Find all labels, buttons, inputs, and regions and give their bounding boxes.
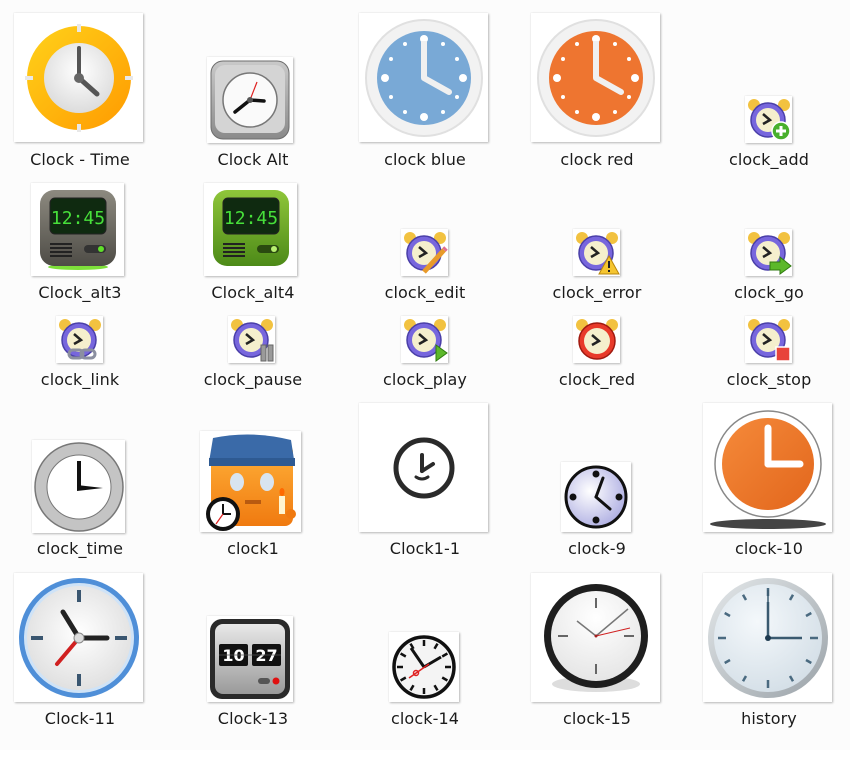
- file-item-clock-9[interactable]: [561, 462, 631, 532]
- file-label[interactable]: clock red: [511, 150, 683, 169]
- file-label[interactable]: clock-10: [683, 539, 850, 558]
- file-item-clock-15[interactable]: [531, 573, 660, 702]
- alarm-clock-pause-icon: [230, 318, 273, 361]
- file-item-clock-alt4[interactable]: 12:45: [204, 183, 297, 276]
- file-item-clock-time[interactable]: [14, 13, 143, 142]
- blue-clock-icon: [364, 18, 483, 137]
- file-item-clock-time-ring[interactable]: [32, 440, 125, 533]
- file-label[interactable]: clock_pause: [167, 370, 339, 389]
- file-item-clock-red[interactable]: [531, 13, 660, 142]
- file-item-clock-13[interactable]: 10 27: [207, 616, 293, 702]
- file-label[interactable]: clock_stop: [683, 370, 850, 389]
- file-label[interactable]: history: [683, 709, 850, 728]
- alarm-clock-play-icon: [403, 318, 448, 362]
- file-item-clock-10[interactable]: [703, 403, 832, 532]
- blue-rim-clock-icon: [18, 577, 139, 698]
- svg-text:12:45: 12:45: [223, 208, 277, 229]
- file-item-clock-play[interactable]: [401, 316, 448, 363]
- svg-text:12:45: 12:45: [50, 208, 104, 229]
- file-item-clock-alt[interactable]: [207, 57, 293, 143]
- file-label[interactable]: clock_add: [683, 150, 850, 169]
- orange-clock-icon: [536, 18, 655, 137]
- file-item-clock-link[interactable]: [56, 316, 103, 363]
- file-item-clock-stop[interactable]: [745, 316, 792, 363]
- file-label[interactable]: clock blue: [339, 150, 511, 169]
- orange-ring-clock-icon: [24, 23, 133, 132]
- file-item-clock-blue[interactable]: [359, 13, 488, 142]
- file-label[interactable]: clock_red: [511, 370, 683, 389]
- file-item-clock1[interactable]: [200, 431, 301, 532]
- file-label[interactable]: Clock1-1: [339, 539, 511, 558]
- file-label[interactable]: clock-14: [339, 709, 511, 728]
- black-rim-clock-icon: [543, 583, 648, 692]
- file-item-clock-red-alarm[interactable]: [573, 316, 620, 363]
- file-label[interactable]: clock_link: [0, 370, 166, 389]
- file-label[interactable]: clock_error: [511, 283, 683, 302]
- alarm-clock-add-icon: [747, 98, 791, 141]
- file-label[interactable]: Clock - Time: [0, 150, 166, 169]
- file-label[interactable]: Clock-13: [167, 709, 339, 728]
- file-label[interactable]: Clock_alt3: [0, 283, 166, 302]
- file-label[interactable]: clock_go: [683, 283, 850, 302]
- sleepy-character-clock-icon: [205, 433, 296, 531]
- flip-clock-icon: 10 27: [210, 619, 290, 699]
- alarm-clock-stop-icon: [747, 318, 791, 362]
- station-clock-icon: [392, 635, 456, 699]
- file-item-clock-go[interactable]: [745, 229, 792, 276]
- digital-clock-gray-icon: 12:45: [39, 189, 116, 270]
- silver-ring-clock-icon: [33, 441, 124, 532]
- file-item-clock-add[interactable]: [745, 96, 792, 143]
- file-item-clock-14[interactable]: [389, 632, 459, 702]
- file-label[interactable]: Clock_alt4: [167, 283, 339, 302]
- alarm-clock-go-icon: [747, 231, 792, 275]
- file-label[interactable]: clock-9: [511, 539, 683, 558]
- icon-view-pane: Clock - Time Clock Alt clock blue clock …: [0, 0, 850, 750]
- alarm-clock-link-icon: [58, 318, 101, 359]
- file-item-clock-alt3[interactable]: 12:45: [31, 183, 124, 276]
- file-item-clock-edit[interactable]: [401, 229, 448, 276]
- digital-clock-green-icon: 12:45: [212, 189, 289, 266]
- file-label[interactable]: Clock Alt: [167, 150, 339, 169]
- file-label[interactable]: Clock-11: [0, 709, 166, 728]
- svg-text:10: 10: [222, 646, 244, 665]
- orange-flat-clock-icon: [709, 409, 826, 529]
- file-label[interactable]: clock_play: [339, 370, 511, 389]
- outline-clock-icon: [393, 437, 454, 498]
- gray-square-clock-icon: [210, 60, 290, 140]
- alarm-clock-red-icon: [575, 318, 618, 360]
- file-label[interactable]: clock_edit: [339, 283, 511, 302]
- silver-history-clock-icon: [707, 577, 828, 698]
- file-item-clock-11[interactable]: [14, 573, 143, 702]
- file-item-history[interactable]: [703, 573, 832, 702]
- alarm-clock-edit-icon: [403, 231, 448, 274]
- file-label[interactable]: clock-15: [511, 709, 683, 728]
- alarm-clock-error-icon: [575, 231, 620, 274]
- file-item-clock1-1[interactable]: [359, 403, 488, 532]
- file-label[interactable]: clock1: [167, 539, 339, 558]
- lavender-clock-icon: [564, 465, 628, 529]
- file-label[interactable]: clock_time: [0, 539, 166, 558]
- file-item-clock-error[interactable]: [573, 229, 620, 276]
- file-item-clock-pause[interactable]: [228, 316, 275, 363]
- svg-text:27: 27: [255, 646, 277, 665]
